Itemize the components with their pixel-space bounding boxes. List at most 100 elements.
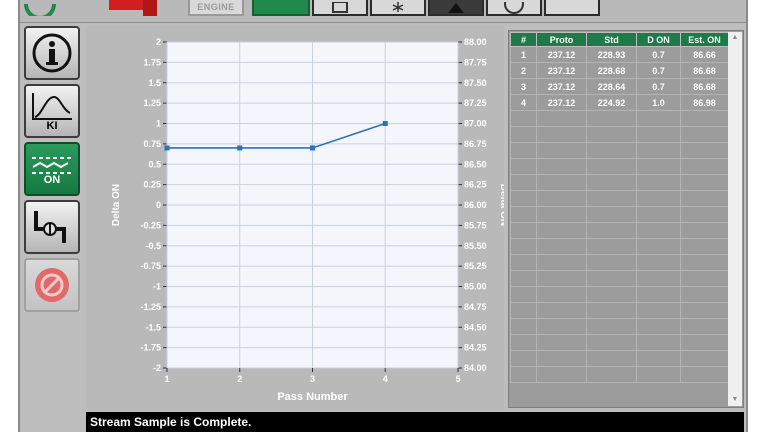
y-tick-label-right: 86.75 (464, 139, 487, 149)
y-tick-label-left: -2 (153, 363, 161, 373)
table-cell (536, 366, 587, 383)
table-cell (536, 302, 587, 319)
y-axis-label-right: Delta ON (498, 184, 504, 226)
table-cell (636, 222, 681, 239)
logo-button[interactable] (20, 0, 60, 16)
table-row-empty (510, 190, 729, 207)
table-header-cell: Proto (536, 32, 587, 47)
logo-icon (24, 3, 56, 16)
y-tick-label-left: -0.75 (140, 261, 161, 271)
table-cell (680, 366, 729, 383)
pipe-valve-button[interactable] (24, 200, 80, 254)
toolbar-snowflake-button[interactable] (370, 0, 426, 16)
table-scrollbar[interactable]: ▲ ▼ (728, 32, 742, 406)
table-cell (586, 190, 637, 207)
scroll-down-icon[interactable]: ▼ (728, 394, 742, 406)
table-row[interactable]: 3 237.12 228.64 0.7 86.68 (510, 78, 729, 95)
delta-on-chart: 2 1.75 1.5 1.25 1 0.75 0.5 0.25 0 -0.25 -0.5 -0.75 -… (111, 37, 509, 403)
table-cell: 0.7 (636, 78, 681, 95)
y-tick-label-left: 0.5 (148, 159, 161, 169)
table-cell (636, 350, 681, 367)
table-cell (636, 254, 681, 271)
engine-button[interactable]: ENGINE (188, 0, 244, 16)
table-cell (680, 270, 729, 287)
ki-button[interactable]: KI (24, 84, 80, 138)
table-row-empty (510, 366, 729, 383)
y-tick-label-right: 86.25 (464, 180, 487, 190)
y-tick-label-left: -0.25 (140, 220, 161, 230)
toolbar-blank-button[interactable] (544, 0, 600, 16)
table-cell: 1.0 (636, 94, 681, 111)
table-cell (536, 142, 587, 159)
y-tick-label-right: 87.50 (464, 78, 487, 88)
y-tick-label-left: -1.25 (140, 302, 161, 312)
table-cell (680, 206, 729, 223)
y-tick-label-right: 84.25 (464, 343, 487, 353)
toolbar-active-button[interactable] (252, 0, 310, 16)
table-cell (680, 110, 729, 127)
table-cell (586, 142, 637, 159)
gauge-icon (504, 2, 524, 14)
table-cell (680, 318, 729, 335)
table-row-empty (510, 318, 729, 335)
table-row-empty (510, 174, 729, 191)
table-cell (586, 222, 637, 239)
table-cell (510, 174, 537, 191)
stop-button[interactable] (24, 258, 80, 312)
y-tick-label-right: 85.25 (464, 261, 487, 271)
table-cell (636, 366, 681, 383)
info-button[interactable] (24, 26, 80, 80)
table-row[interactable]: 2 237.12 228.68 0.7 86.68 (510, 62, 729, 79)
table-cell (586, 158, 637, 175)
table-cell (586, 318, 637, 335)
table-cell (680, 158, 729, 175)
y-tick-label-left: -1.75 (140, 343, 161, 353)
data-point (237, 145, 243, 151)
table-cell (510, 222, 537, 239)
toolbar-gauge-button[interactable] (486, 0, 542, 16)
table-cell (536, 334, 587, 351)
y-tick-label-right: 86.50 (464, 159, 487, 169)
table-row-empty (510, 222, 729, 239)
delta-on-button[interactable]: ON (24, 142, 80, 196)
y-tick-label-right: 88.00 (464, 37, 487, 47)
table-row[interactable]: 1 237.12 228.93 0.7 86.66 (510, 46, 729, 63)
table-cell (536, 190, 587, 207)
table-cell: 228.93 (586, 46, 637, 63)
toolbar-warning-button[interactable] (428, 0, 484, 16)
y-tick-label-left: 1.5 (148, 78, 161, 88)
table-cell (536, 222, 587, 239)
curve-chart-icon (32, 92, 72, 120)
table-cell (510, 366, 537, 383)
table-header-cell: Std (586, 32, 637, 47)
table-header-row: # Proto Std D ON Est. ON (510, 32, 729, 47)
table-cell (536, 206, 587, 223)
engine-red-button[interactable] (104, 0, 166, 16)
table-cell (510, 158, 537, 175)
table-cell (636, 238, 681, 255)
table-body: 1 237.12 228.93 0.7 86.66 2 237.12 228.68 0.7 86.… (510, 46, 729, 383)
table-cell (586, 110, 637, 127)
scroll-up-icon[interactable]: ▲ (728, 32, 742, 44)
y-tick-label-left: 2 (156, 37, 161, 47)
y-tick-label-right: 87.25 (464, 98, 487, 108)
table-cell (636, 318, 681, 335)
y-axis-label-left: Delta ON (111, 184, 122, 226)
y-tick-label-left: -1 (153, 282, 161, 292)
table-cell (586, 238, 637, 255)
y-tick-label-left: 0.25 (143, 180, 161, 190)
table-cell (510, 334, 537, 351)
table-cell (510, 190, 537, 207)
table-cell (636, 190, 681, 207)
table-cell (510, 318, 537, 335)
table-cell (680, 350, 729, 367)
toolbar-document-button[interactable] (312, 0, 368, 16)
table-cell (536, 286, 587, 303)
y-tick-label-right: 84.00 (464, 363, 487, 373)
wave-line-icon (32, 156, 72, 174)
table-row-empty (510, 254, 729, 271)
x-tick-label: 5 (455, 374, 460, 384)
document-icon (332, 2, 348, 13)
table-cell (680, 222, 729, 239)
table-row[interactable]: 4 237.12 224.92 1.0 86.98 (510, 94, 729, 111)
